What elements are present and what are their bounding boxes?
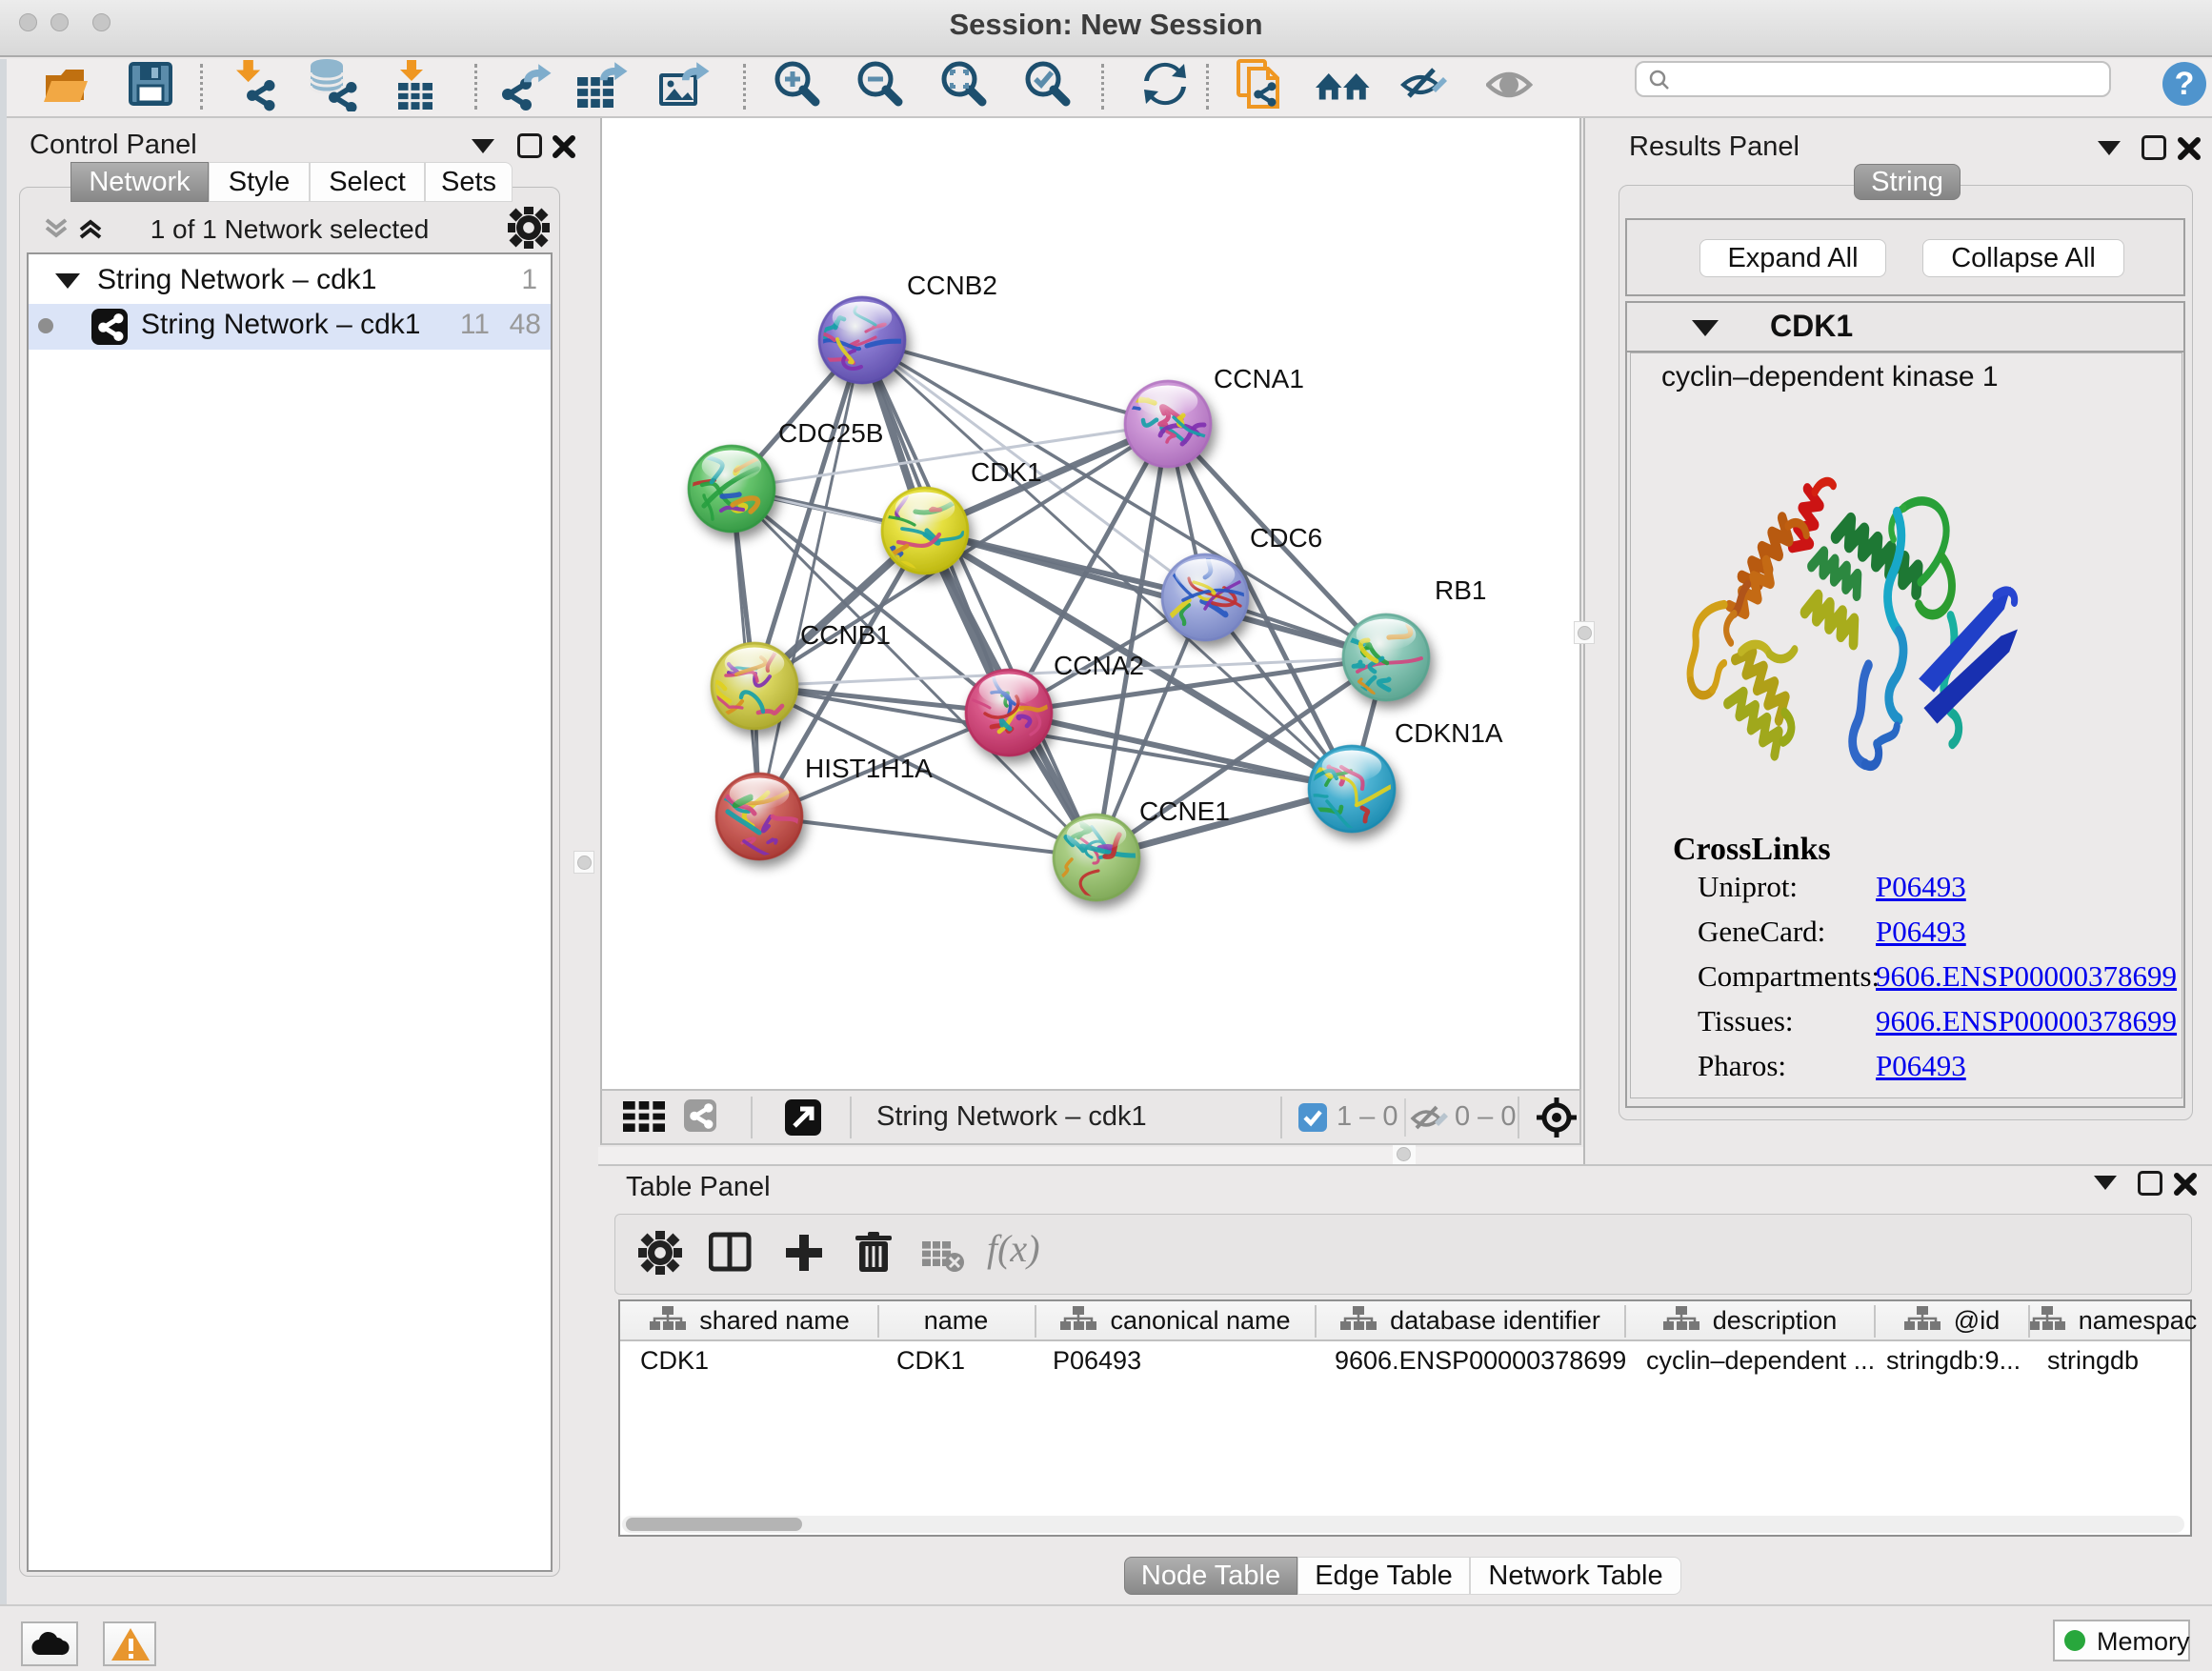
svg-text:CCNA2: CCNA2	[1054, 651, 1144, 680]
svg-text:CDK1: CDK1	[971, 457, 1042, 487]
svg-text:HIST1H1A: HIST1H1A	[805, 754, 933, 783]
svg-text:?: ?	[2175, 66, 2195, 102]
svg-text:CDC6: CDC6	[1250, 523, 1322, 553]
svg-text:RB1: RB1	[1435, 575, 1486, 605]
svg-text:CCNA1: CCNA1	[1214, 364, 1304, 393]
svg-text:CCNB1: CCNB1	[800, 620, 891, 650]
svg-text:CDKN1A: CDKN1A	[1395, 718, 1503, 748]
svg-text:CCNB2: CCNB2	[907, 271, 997, 300]
svg-text:CCNE1: CCNE1	[1139, 796, 1230, 826]
svg-text:CDC25B: CDC25B	[778, 418, 883, 448]
